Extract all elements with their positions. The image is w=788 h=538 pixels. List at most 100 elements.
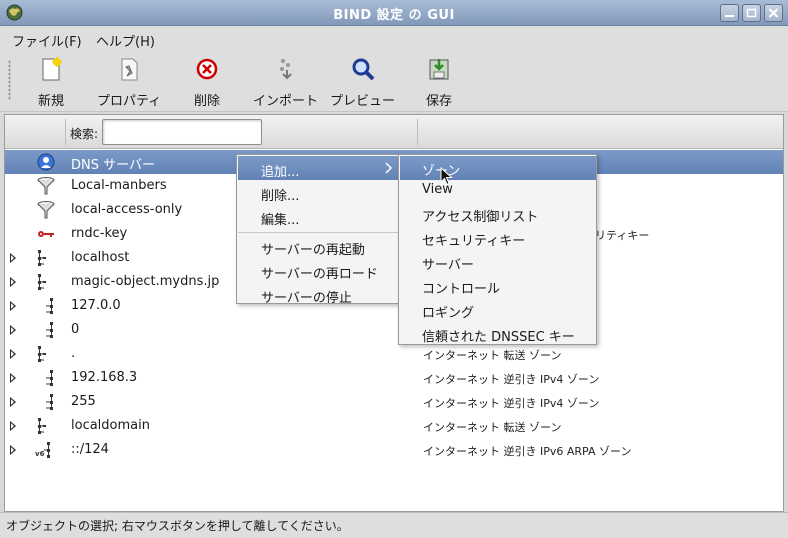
submenu-item-view[interactable]: View (400, 178, 596, 202)
tree-row-label: localdomain (71, 418, 150, 433)
tree-row-ipv6-zone[interactable]: v6 ::/124 インターネット 逆引き IPv6 ARPA ゾーン (5, 438, 783, 462)
tree-row-label: 192.168.3 (71, 370, 138, 385)
reverse-zone-icon (46, 394, 53, 410)
tree-row-description: インターネット 転送 ゾーン (423, 349, 562, 362)
tree-row-reverse-zone[interactable]: 0 (5, 318, 783, 342)
mouse-cursor-icon (440, 167, 453, 186)
expand-arrow-icon[interactable] (10, 325, 16, 335)
tree-row-label: ::/124 (71, 442, 109, 457)
header-separator (417, 119, 418, 145)
tree-header: 検索: (5, 115, 783, 149)
menu-separator (238, 232, 399, 233)
menu-help[interactable]: ヘルプ(H) (96, 31, 155, 50)
tree-row-description: インターネット 転送 ゾーン (423, 421, 562, 434)
expand-arrow-icon[interactable] (10, 253, 16, 263)
submenu-arrow-icon (385, 162, 393, 174)
maximize-button[interactable] (742, 4, 761, 22)
menu-item-label: ロギング (422, 306, 475, 321)
window-title: BIND 設定 の GUI (333, 8, 455, 23)
menu-item-label: コントロール (422, 282, 501, 297)
properties-icon (121, 58, 138, 81)
submenu-item-trusted-keys[interactable]: 信頼された DNSSEC キー (400, 322, 596, 346)
context-menu: 追加... 削除... 編集... サーバーの再起動 サーバーの再ロード サーバ… (236, 154, 400, 306)
new-button[interactable]: 新規 (38, 56, 64, 109)
submenu-item-key[interactable]: セキュリティキー (400, 226, 596, 250)
status-bar: オブジェクトの選択; 右マウスボタンを押して離してください。 (0, 512, 788, 538)
import-button[interactable]: インポート (253, 56, 318, 109)
tree-row-label: Local-manbers (71, 178, 167, 193)
tree-row-label: 127.0.0 (71, 298, 121, 313)
menu-bar: ファイル(F) ヘルプ(H) (0, 26, 788, 50)
tree-row-zone[interactable]: . インターネット 転送 ゾーン (5, 342, 783, 366)
reverse-zone-icon (46, 298, 53, 314)
key-icon (38, 231, 54, 237)
menu-item-edit[interactable]: 編集... (238, 204, 399, 228)
zone-tree-icon (38, 418, 46, 434)
expand-arrow-icon[interactable] (10, 445, 16, 455)
svg-text:v6: v6 (35, 450, 45, 458)
toolbar-grip[interactable] (8, 60, 11, 100)
menu-item-label: 追加... (261, 165, 300, 180)
tree-row-reverse-zone[interactable]: 192.168.3 インターネット 逆引き IPv4 ゾーン (5, 366, 783, 390)
submenu-item-logging[interactable]: ロギング (400, 298, 596, 322)
menu-item-label: 削除... (261, 189, 300, 204)
expand-arrow-icon[interactable] (10, 421, 16, 431)
menu-item-stop[interactable]: サーバーの停止 (238, 282, 399, 306)
save-label: 保存 (426, 94, 453, 109)
tree-row-label: . (71, 346, 76, 361)
dns-server-icon (37, 153, 55, 171)
tree-row-description: インターネット 逆引き IPv6 ARPA ゾーン (423, 445, 632, 458)
tree-row-label: DNS サーバー (71, 158, 155, 173)
tree-row-reverse-zone[interactable]: 255 インターネット 逆引き IPv4 ゾーン (5, 390, 783, 414)
new-document-icon (42, 57, 62, 81)
properties-button[interactable]: プロパティ (97, 56, 161, 109)
status-text: オブジェクトの選択; 右マウスボタンを押して離してください。 (6, 519, 349, 533)
zone-tree-icon (38, 346, 46, 362)
zone-tree-icon (38, 250, 46, 266)
close-icon (768, 8, 779, 18)
expand-arrow-icon[interactable] (10, 349, 16, 359)
search-label: 検索: (70, 127, 99, 141)
menu-item-add[interactable]: 追加... (238, 156, 399, 180)
import-label: インポート (253, 94, 319, 109)
menu-item-restart[interactable]: サーバーの再起動 (238, 234, 399, 258)
reverse-zone-icon (46, 322, 53, 338)
import-icon (279, 59, 292, 80)
funnel-icon (37, 201, 55, 219)
expand-arrow-icon[interactable] (10, 277, 16, 287)
menu-item-label: 信頼された DNSSEC キー (422, 330, 575, 345)
save-icon (429, 59, 449, 80)
submenu-item-acl[interactable]: アクセス制御リスト (400, 202, 596, 226)
header-separator (65, 119, 66, 145)
minimize-button[interactable] (720, 4, 739, 22)
search-input[interactable] (102, 119, 262, 145)
menu-item-label: サーバーの停止 (261, 291, 352, 306)
delete-icon (196, 58, 218, 80)
funnel-icon (37, 177, 55, 195)
tree-row-label: localhost (71, 250, 130, 265)
expand-arrow-icon[interactable] (10, 301, 16, 311)
expand-arrow-icon[interactable] (10, 397, 16, 407)
menu-item-reload[interactable]: サーバーの再ロード (238, 258, 399, 282)
close-button[interactable] (764, 4, 783, 22)
menu-file[interactable]: ファイル(F) (12, 31, 82, 50)
menu-item-label: 編集... (261, 213, 300, 228)
reverse-zone-icon (46, 370, 53, 386)
delete-label: 削除 (194, 94, 221, 109)
preview-button[interactable]: プレビュー (330, 56, 395, 109)
tree-row-zone[interactable]: localdomain インターネット 転送 ゾーン (5, 414, 783, 438)
submenu-item-zone[interactable]: ゾーン (400, 156, 596, 180)
delete-button[interactable]: 削除 (194, 56, 220, 109)
tree-row-label: local-access-only (71, 202, 183, 217)
submenu-item-server[interactable]: サーバー (400, 250, 596, 274)
add-submenu: ゾーン View アクセス制御リスト セキュリティキー サーバー コントロール … (398, 154, 597, 345)
tree-row-description: リティキー (595, 229, 650, 242)
toolbar: 新規 プロパティ 削除 インポート プレビュー 保存 (0, 50, 788, 112)
menu-item-label: サーバーの再起動 (261, 243, 365, 258)
zone-tree-icon (38, 274, 46, 290)
menu-item-delete[interactable]: 削除... (238, 180, 399, 204)
submenu-item-control[interactable]: コントロール (400, 274, 596, 298)
save-button[interactable]: 保存 (426, 56, 452, 109)
expand-arrow-icon[interactable] (10, 373, 16, 383)
minimize-icon (725, 15, 734, 17)
